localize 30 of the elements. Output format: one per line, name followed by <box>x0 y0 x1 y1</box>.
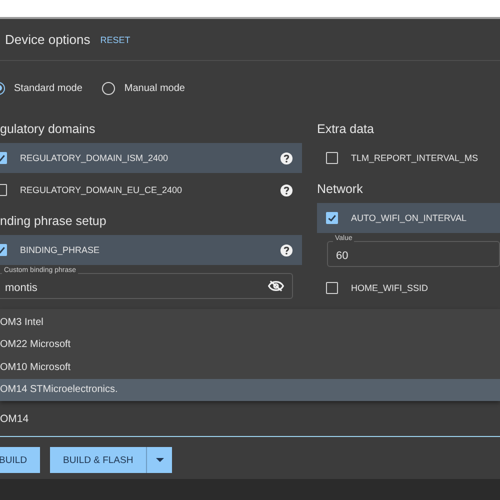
menu-item[interactable]: OM22 Microsoft <box>0 334 500 356</box>
checkbox[interactable] <box>326 212 338 224</box>
build-button[interactable]: BUILD <box>0 447 40 473</box>
panel-title: Device options <box>5 32 90 47</box>
option-label: BINDING_PHRASE <box>20 245 101 255</box>
checkbox[interactable] <box>326 152 338 164</box>
eye-off-icon[interactable] <box>268 280 284 292</box>
caret-icon <box>156 458 164 462</box>
option-label: REGULATORY_DOMAIN_EU_CE_2400 <box>20 185 184 195</box>
radio-button[interactable] <box>102 82 116 94</box>
section-heading: Network <box>317 181 364 198</box>
option-label: REGULATORY_DOMAIN_ISM_2400 <box>20 153 170 163</box>
section-heading: nding phrase setup <box>0 213 108 230</box>
option-label: AUTO_WIFI_ON_INTERVAL <box>351 213 468 223</box>
radio-label: Standard mode <box>14 82 82 94</box>
menu-item[interactable]: OM10 Microsoft <box>0 356 500 378</box>
radio-label: Manual mode <box>124 82 185 94</box>
option-label: TLM_REPORT_INTERVAL_MS <box>351 153 480 163</box>
reset-button[interactable]: RESET <box>100 34 130 44</box>
help-icon[interactable] <box>280 152 293 164</box>
section-heading: gulatory domains <box>0 121 96 138</box>
dropdown-button[interactable] <box>146 447 172 473</box>
help-icon[interactable] <box>280 184 293 196</box>
menu-item[interactable]: OM14 STMicroelectronics. <box>0 378 500 401</box>
serial-device-select[interactable]: OM14 <box>0 401 500 437</box>
menu-item[interactable]: OM3 Intel <box>0 311 500 334</box>
option-label: HOME_WIFI_SSID <box>351 283 430 293</box>
help-icon[interactable] <box>280 244 293 256</box>
section-heading: Extra data <box>317 121 375 138</box>
checkbox[interactable] <box>326 282 338 294</box>
